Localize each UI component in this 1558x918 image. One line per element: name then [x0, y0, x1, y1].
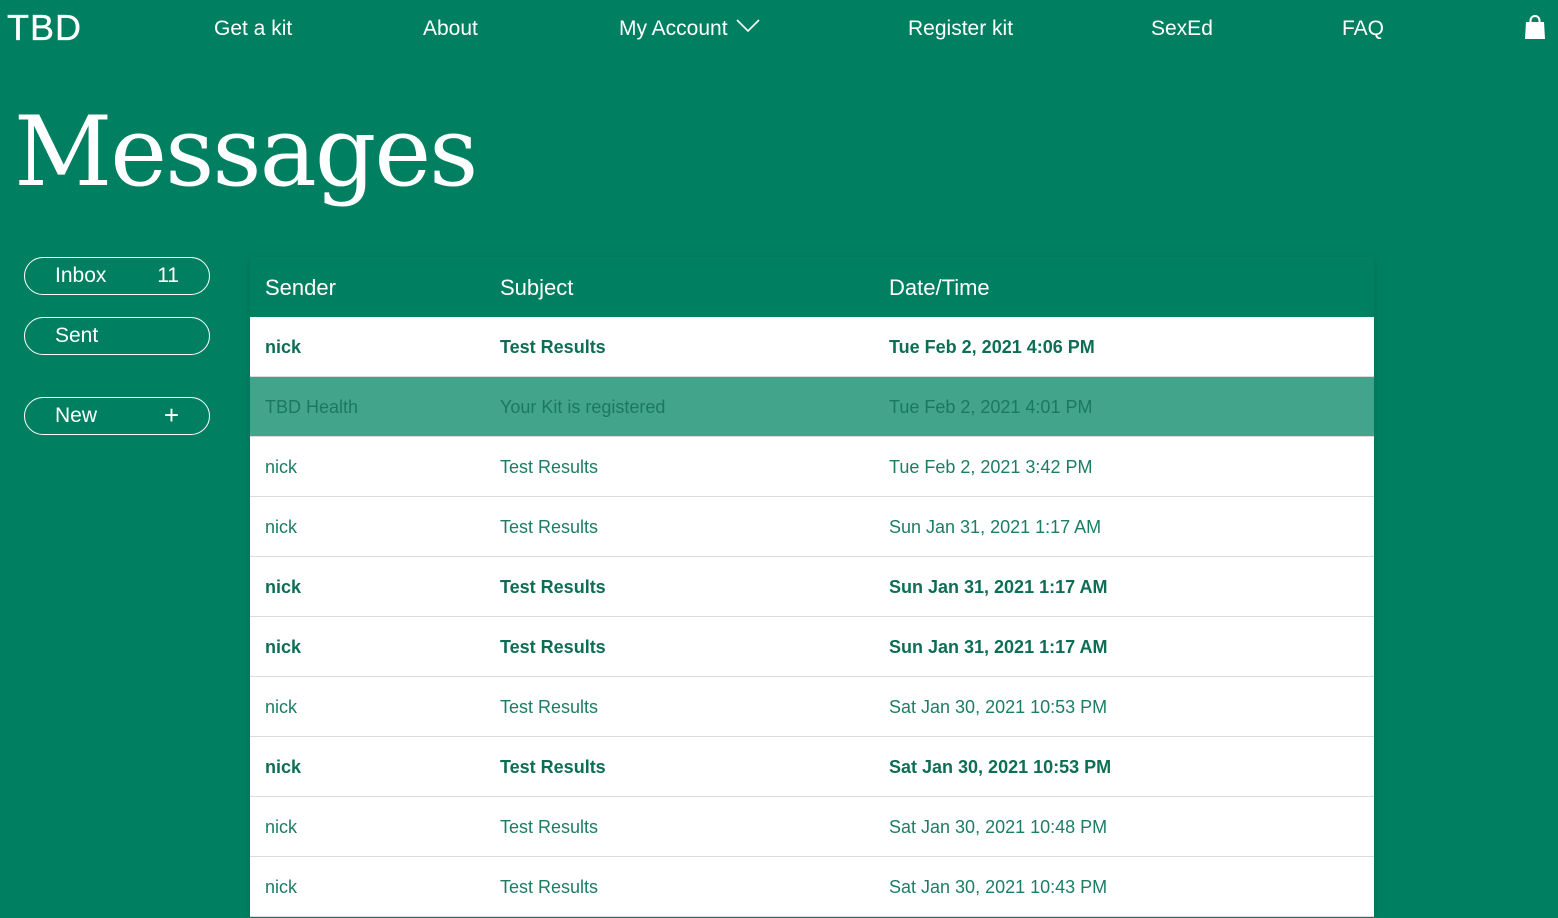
brand-logo[interactable]: TBD [7, 7, 82, 48]
cell-subject: Test Results [500, 817, 599, 837]
table-row[interactable]: nick Test Results Sat Jan 30, 2021 10:48… [250, 797, 1374, 857]
sent-label: Sent [55, 324, 99, 347]
cell-sender: nick [265, 637, 302, 657]
nav-register-kit[interactable]: Register kit [908, 16, 1013, 42]
sent-button[interactable]: Sent [24, 317, 210, 355]
nav-get-a-kit[interactable]: Get a kit [214, 16, 292, 42]
cell-sender: nick [265, 517, 298, 537]
top-navigation: TBD Get a kit About My Account Register … [0, 0, 1558, 60]
column-header-sender[interactable]: Sender [265, 275, 336, 301]
table-row[interactable]: nick Test Results Sat Jan 30, 2021 10:53… [250, 677, 1374, 737]
cell-subject: Test Results [500, 517, 599, 537]
cell-datetime: Sat Jan 30, 2021 10:53 PM [889, 757, 1112, 777]
messages-table: Sender Subject Date/Time nick Test Resul… [250, 257, 1374, 918]
cell-subject: Test Results [500, 577, 606, 597]
cell-subject: Your Kit is registered [500, 397, 666, 417]
cell-datetime: Sun Jan 31, 2021 1:17 AM [889, 577, 1108, 597]
cell-subject: Test Results [500, 877, 599, 897]
cell-sender: nick [265, 757, 302, 777]
table-row[interactable]: nick Test Results Sun Jan 31, 2021 1:17 … [250, 557, 1374, 617]
new-message-button[interactable]: New + [24, 397, 210, 435]
nav-my-account[interactable]: My Account [619, 16, 760, 42]
column-header-datetime[interactable]: Date/Time [889, 275, 990, 301]
cell-datetime: Tue Feb 2, 2021 3:42 PM [889, 457, 1093, 477]
cell-subject: Test Results [500, 697, 599, 717]
nav-faq[interactable]: FAQ [1342, 16, 1384, 42]
cell-datetime: Tue Feb 2, 2021 4:01 PM [889, 397, 1093, 417]
table-row[interactable]: nick Test Results Sat Jan 30, 2021 10:43… [250, 857, 1374, 917]
table-header: Sender Subject Date/Time [250, 257, 1374, 317]
table-row[interactable]: nick Test Results Sun Jan 31, 2021 1:17 … [250, 617, 1374, 677]
chevron-down-icon [735, 14, 760, 40]
nav-sexed[interactable]: SexEd [1151, 16, 1213, 42]
table-row[interactable]: nick Test Results Tue Feb 2, 2021 3:42 P… [250, 437, 1374, 497]
cell-sender: nick [265, 877, 298, 897]
cell-sender: nick [265, 697, 298, 717]
cell-datetime: Sat Jan 30, 2021 10:43 PM [889, 877, 1108, 897]
table-row[interactable]: nick Test Results Sat Jan 30, 2021 10:53… [250, 737, 1374, 797]
page-title: Messages [14, 96, 478, 208]
cell-subject: Test Results [500, 457, 599, 477]
cell-datetime: Sun Jan 31, 2021 1:17 AM [889, 517, 1102, 537]
inbox-label: Inbox [55, 264, 107, 287]
shopping-bag-icon[interactable] [1524, 14, 1546, 40]
column-header-subject[interactable]: Subject [500, 275, 573, 301]
new-message-label: New [55, 404, 98, 427]
cell-datetime: Sun Jan 31, 2021 1:17 AM [889, 637, 1108, 657]
table-row[interactable]: TBD Health Your Kit is registered Tue Fe… [250, 377, 1374, 437]
cell-subject: Test Results [500, 337, 606, 357]
inbox-button[interactable]: Inbox 11 [24, 257, 210, 295]
nav-about[interactable]: About [423, 16, 478, 42]
cell-datetime: Sat Jan 30, 2021 10:48 PM [889, 817, 1108, 837]
cell-sender: nick [265, 817, 298, 837]
plus-icon: + [163, 400, 179, 430]
table-row[interactable]: nick Test Results Tue Feb 2, 2021 4:06 P… [250, 317, 1374, 377]
inbox-count-badge: 11 [157, 264, 179, 287]
cell-datetime: Sat Jan 30, 2021 10:53 PM [889, 697, 1108, 717]
table-row[interactable]: nick Test Results Sun Jan 31, 2021 1:17 … [250, 497, 1374, 557]
cell-subject: Test Results [500, 757, 606, 777]
cell-sender: nick [265, 577, 302, 597]
nav-my-account-label: My Account [619, 17, 728, 40]
cell-sender: nick [265, 457, 298, 477]
cell-sender: nick [265, 337, 302, 357]
cell-datetime: Tue Feb 2, 2021 4:06 PM [889, 337, 1095, 357]
cell-subject: Test Results [500, 637, 606, 657]
cell-sender: TBD Health [265, 397, 359, 417]
table-body: nick Test Results Tue Feb 2, 2021 4:06 P… [250, 317, 1374, 917]
